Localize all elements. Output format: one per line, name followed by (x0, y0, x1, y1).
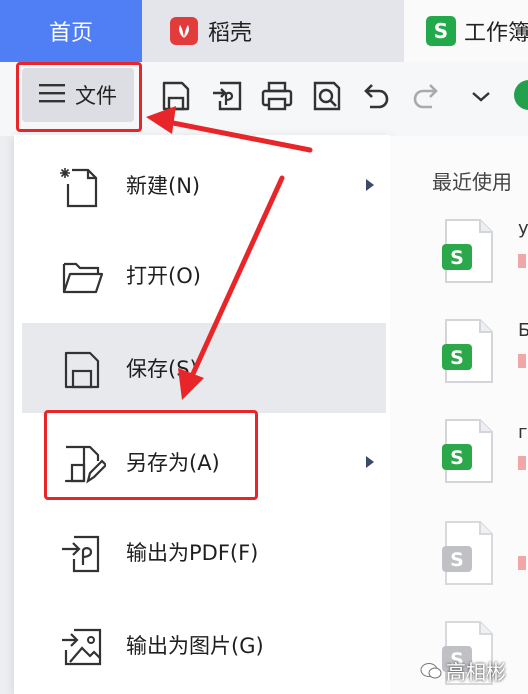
save-icon[interactable] (158, 79, 192, 113)
avatar[interactable] (514, 80, 528, 110)
docer-logo-icon (170, 17, 198, 45)
tab-home[interactable]: 首页 (0, 0, 142, 62)
recent-file-name: у (518, 218, 528, 239)
file-badge: S (450, 447, 464, 469)
menu-item-export-pdf[interactable]: 输出为PDF(F) (22, 507, 386, 597)
file-badge: S (450, 347, 464, 369)
file-meta-mark (518, 354, 526, 368)
spreadsheet-file-icon: S (442, 219, 493, 283)
export-image-icon (62, 628, 102, 666)
menu-item-open-label: 打开(O) (126, 264, 201, 288)
highlight-save-as (44, 410, 258, 500)
redo-icon[interactable] (410, 79, 444, 113)
recent-file-name: г (518, 422, 528, 443)
tab-bar: 首页 稻壳 S 工作簿 (0, 0, 528, 62)
recent-title: 最近使用 (432, 170, 512, 194)
tab-workbook-label: 工作簿 (464, 21, 528, 46)
file-badge: S (450, 549, 464, 571)
file-meta-mark (518, 556, 526, 570)
tab-docer-label: 稻壳 (208, 21, 253, 46)
file-badge: S (450, 247, 464, 269)
menu-item-save-label: 保存(S) (126, 357, 198, 381)
watermark: 高相彬 (420, 656, 506, 685)
tab-docer[interactable]: 稻壳 (142, 0, 404, 62)
recent-file-name: Б (518, 320, 528, 341)
file-meta-mark (518, 456, 526, 470)
menu-item-save[interactable]: 保存(S) (22, 323, 386, 413)
undo-icon[interactable] (358, 79, 392, 113)
save-icon (64, 351, 100, 389)
menu-item-export-pdf-label: 输出为PDF(F) (126, 541, 259, 565)
folder-open-icon (62, 262, 104, 294)
export-pdf-icon (62, 535, 100, 573)
tab-workbook[interactable]: S 工作簿 (404, 0, 528, 62)
submenu-arrow-icon (366, 456, 374, 468)
menu-item-new[interactable]: 新建(N) (22, 140, 386, 230)
menu-item-new-label: 新建(N) (126, 174, 201, 198)
print-preview-icon[interactable] (310, 79, 344, 113)
tab-home-label: 首页 (48, 21, 93, 46)
spreadsheet-file-icon: S (442, 419, 493, 483)
spreadsheet-file-icon: S (442, 319, 493, 383)
recent-panel: 最近使用 S у S Б S г S S (390, 136, 528, 694)
sheet-area (0, 136, 14, 694)
menu-item-export-image-label: 输出为图片(G) (126, 634, 264, 658)
submenu-arrow-icon (366, 179, 374, 191)
print-icon[interactable] (260, 79, 294, 113)
file-meta-mark (518, 254, 526, 268)
watermark-text: 高相彬 (446, 660, 506, 684)
highlight-file-button (16, 62, 142, 132)
new-file-icon (60, 168, 98, 208)
wechat-icon (420, 662, 442, 678)
export-pdf-icon[interactable] (210, 79, 244, 113)
menu-item-open[interactable]: 打开(O) (22, 230, 386, 320)
menu-item-export-image[interactable]: 输出为图片(G) (22, 600, 386, 690)
spreadsheet-logo-icon: S (426, 16, 456, 46)
spreadsheet-file-icon: S (442, 521, 493, 585)
chevron-down-icon[interactable] (464, 79, 498, 113)
